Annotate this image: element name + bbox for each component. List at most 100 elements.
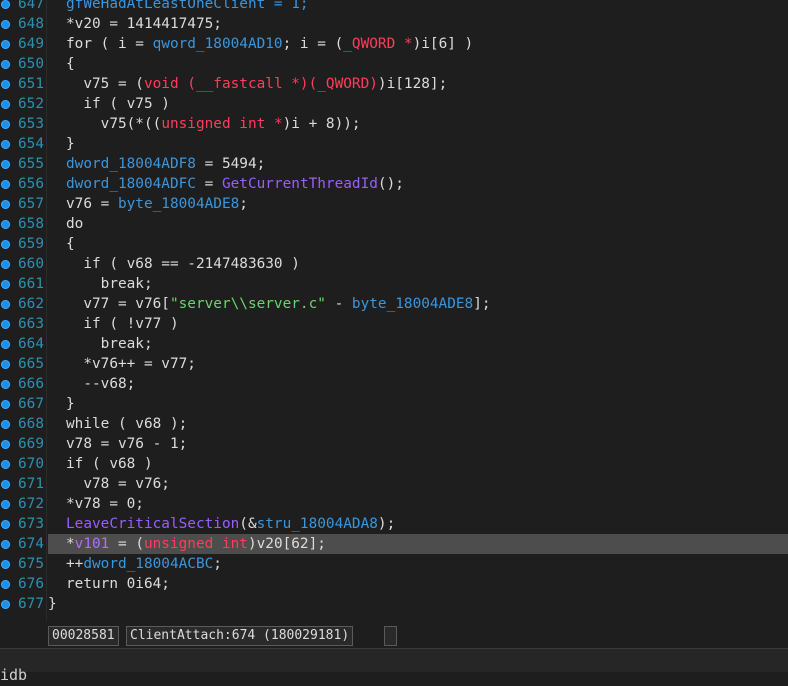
- code-token: *v78 = 0;: [66, 496, 144, 512]
- code-line[interactable]: 656 dword_18004ADFC = GetCurrentThreadId(…: [0, 174, 788, 194]
- code-text[interactable]: for ( i = qword_18004AD10; i = (_QWORD *…: [66, 34, 473, 54]
- code-token: unsigned int *: [161, 116, 283, 132]
- code-text[interactable]: dword_18004ADFC = GetCurrentThreadId();: [66, 174, 404, 194]
- code-text[interactable]: if ( v75 ): [66, 94, 170, 114]
- code-line[interactable]: 666 --v68;: [0, 374, 788, 394]
- code-text[interactable]: dword_18004ADF8 = 5494;: [66, 154, 265, 174]
- line-number: 673: [18, 516, 44, 532]
- code-text[interactable]: while ( v68 );: [66, 414, 187, 434]
- code-token: break;: [66, 276, 153, 292]
- line-number: 665: [18, 356, 44, 372]
- line-number: 661: [18, 276, 44, 292]
- code-line[interactable]: 669 v78 = v76 - 1;: [0, 434, 788, 454]
- code-line[interactable]: 663 if ( !v77 ): [0, 314, 788, 334]
- code-text[interactable]: v75 = (void (__fastcall *)(_QWORD))i[128…: [66, 74, 447, 94]
- code-text[interactable]: }: [66, 134, 75, 154]
- code-text[interactable]: if ( v68 == -2147483630 ): [66, 254, 300, 274]
- code-line[interactable]: 662 v77 = v76["server\\server.c" - byte_…: [0, 294, 788, 314]
- line-number: 648: [18, 16, 44, 32]
- code-text[interactable]: gfWeHadAtLeastOneClient = 1;: [66, 0, 309, 14]
- code-text[interactable]: return 0i64;: [66, 574, 170, 594]
- line-number: 666: [18, 376, 44, 392]
- code-text[interactable]: LeaveCriticalSection(&stru_18004ADA8);: [66, 514, 395, 534]
- code-token: ++: [66, 556, 84, 572]
- code-text[interactable]: --v68;: [66, 374, 135, 394]
- code-token: = 5494;: [195, 156, 266, 172]
- code-token: v76 =: [66, 196, 118, 212]
- code-text[interactable]: ++dword_18004ACBC;: [66, 554, 222, 574]
- code-line[interactable]: 659 {: [0, 234, 788, 254]
- code-token: unsigned int: [143, 536, 248, 552]
- line-number: 653: [18, 116, 44, 132]
- code-token: void (__fastcall *)(_QWORD): [143, 76, 378, 92]
- code-line[interactable]: 661 break;: [0, 274, 788, 294]
- code-line[interactable]: 671 v78 = v76;: [0, 474, 788, 494]
- code-token: ;: [239, 196, 248, 212]
- code-text[interactable]: do: [66, 214, 83, 234]
- code-line[interactable]: 668 while ( v68 );: [0, 414, 788, 434]
- code-line[interactable]: 673 LeaveCriticalSection(&stru_18004ADA8)…: [0, 514, 788, 534]
- line-number: 674: [18, 536, 44, 552]
- code-text[interactable]: {: [66, 54, 75, 74]
- line-number: 671: [18, 476, 44, 492]
- code-line[interactable]: 651 v75 = (void (__fastcall *)(_QWORD))i…: [0, 74, 788, 94]
- code-text[interactable]: if ( v68 ): [66, 454, 153, 474]
- code-text[interactable]: }: [48, 594, 57, 614]
- code-text[interactable]: {: [66, 234, 75, 254]
- code-text[interactable]: v77 = v76["server\\server.c" - byte_1800…: [66, 294, 491, 314]
- code-line[interactable]: 652 if ( v75 ): [0, 94, 788, 114]
- code-line[interactable]: 677}: [0, 594, 788, 614]
- line-number: 660: [18, 256, 44, 272]
- line-number: 659: [18, 236, 44, 252]
- code-line[interactable]: 675 ++dword_18004ACBC;: [0, 554, 788, 574]
- code-token: v75 = (: [66, 76, 144, 92]
- code-text[interactable]: *v101 = (unsigned int)v20[62];: [66, 534, 326, 554]
- code-token: ];: [473, 296, 491, 312]
- code-text[interactable]: break;: [66, 334, 153, 354]
- code-text[interactable]: *v20 = 1414417475;: [66, 14, 222, 34]
- code-text[interactable]: v78 = v76;: [66, 474, 170, 494]
- line-number: 658: [18, 216, 44, 232]
- code-line[interactable]: 665 *v76++ = v77;: [0, 354, 788, 374]
- code-line[interactable]: 653 v75(*((unsigned int *)i + 8));: [0, 114, 788, 134]
- code-text[interactable]: v75(*((unsigned int *)i + 8));: [66, 114, 361, 134]
- line-number: 672: [18, 496, 44, 512]
- code-token: byte_18004ADE8: [351, 296, 474, 312]
- code-line[interactable]: 657 v76 = byte_18004ADE8;: [0, 194, 788, 214]
- code-line[interactable]: 648 *v20 = 1414417475;: [0, 14, 788, 34]
- code-token: v78 = v76;: [66, 476, 170, 492]
- code-token: break;: [66, 336, 153, 352]
- code-line[interactable]: 670 if ( v68 ): [0, 454, 788, 474]
- code-line[interactable]: 674 *v101 = (unsigned int)v20[62];: [0, 534, 788, 554]
- status-address: 00028581: [48, 626, 119, 646]
- code-line[interactable]: 654}: [0, 134, 788, 154]
- pseudocode-editor[interactable]: 647 gfWeHadAtLeastOneClient = 1; 648 *v20 =…: [0, 0, 788, 620]
- code-text[interactable]: v78 = v76 - 1;: [66, 434, 187, 454]
- code-token: for ( i =: [66, 36, 153, 52]
- code-line[interactable]: 658 do: [0, 214, 788, 234]
- code-line[interactable]: 649 for ( i = qword_18004AD10; i = (_QWOR…: [0, 34, 788, 54]
- code-line[interactable]: 676 return 0i64;: [0, 574, 788, 594]
- code-text[interactable]: *v78 = 0;: [66, 494, 144, 514]
- code-text[interactable]: }: [66, 394, 75, 414]
- code-text[interactable]: *v76++ = v77;: [66, 354, 196, 374]
- code-text[interactable]: break;: [66, 274, 153, 294]
- code-line[interactable]: 667}: [0, 394, 788, 414]
- code-token: = (: [109, 536, 144, 552]
- code-line[interactable]: 660 if ( v68 == -2147483630 ): [0, 254, 788, 274]
- code-token: *v20 = 1414417475;: [66, 16, 222, 32]
- code-line[interactable]: 647 gfWeHadAtLeastOneClient = 1;: [0, 0, 788, 14]
- code-line[interactable]: 664 break;: [0, 334, 788, 354]
- code-line[interactable]: 655 dword_18004ADF8 = 5494;: [0, 154, 788, 174]
- code-text[interactable]: if ( !v77 ): [66, 314, 178, 334]
- code-token: }: [66, 136, 75, 152]
- code-token: }: [48, 596, 57, 612]
- code-text[interactable]: v76 = byte_18004ADE8;: [66, 194, 248, 214]
- code-line[interactable]: 650 {: [0, 54, 788, 74]
- code-token: if ( v68 ): [66, 456, 153, 472]
- code-token: dword_18004ADF8: [66, 156, 196, 172]
- code-token: v78 = v76 - 1;: [66, 436, 188, 452]
- line-number: 675: [18, 556, 44, 572]
- line-number: 650: [18, 56, 44, 72]
- code-line[interactable]: 672 *v78 = 0;: [0, 494, 788, 514]
